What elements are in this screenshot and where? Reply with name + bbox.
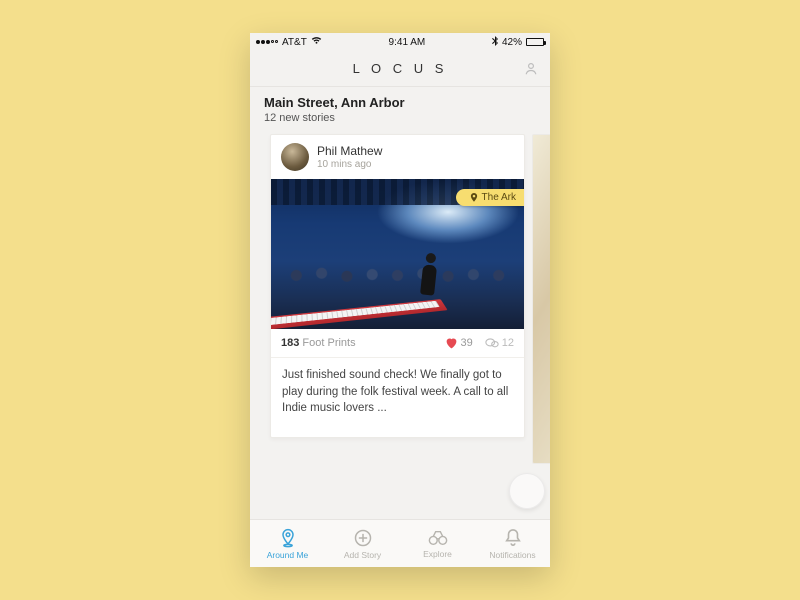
card-stats: 183 Foot Prints 39 12 — [271, 329, 524, 358]
carrier-label: AT&T — [282, 37, 307, 48]
tab-label: Add Story — [344, 550, 381, 560]
venue-name: The Ark — [482, 192, 516, 203]
pin-icon — [470, 193, 478, 203]
author-avatar[interactable] — [281, 143, 309, 171]
author-name: Phil Mathew — [317, 144, 382, 158]
location-subtitle: 12 new stories — [264, 112, 536, 124]
venue-tag[interactable]: The Ark — [456, 189, 524, 206]
battery-icon — [526, 38, 544, 46]
app-title: L O C U S — [353, 61, 448, 76]
comment-button[interactable]: 12 — [485, 337, 514, 349]
app-bar: L O C U S — [250, 51, 550, 87]
heart-icon — [445, 337, 458, 349]
tab-notifications[interactable]: Notifications — [475, 520, 550, 567]
around-me-icon — [278, 528, 298, 548]
add-story-icon — [353, 528, 373, 548]
bluetooth-icon — [492, 36, 498, 49]
battery-percent: 42% — [502, 37, 522, 48]
comment-icon — [485, 337, 499, 349]
tab-label: Explore — [423, 549, 452, 559]
tab-add-story[interactable]: Add Story — [325, 520, 400, 567]
like-count: 39 — [461, 337, 473, 349]
card-header: Phil Mathew 10 mins ago — [271, 135, 524, 179]
footprints: 183 Foot Prints — [281, 337, 356, 349]
status-bar: AT&T 9:41 AM 42% — [250, 33, 550, 51]
location-title: Main Street, Ann Arbor — [264, 95, 536, 110]
story-card[interactable]: Phil Mathew 10 mins ago The Ark 183 Foot… — [270, 134, 525, 438]
app-screen: AT&T 9:41 AM 42% L O C U S Main Street, … — [250, 33, 550, 567]
status-time: 9:41 AM — [389, 37, 426, 48]
story-image[interactable]: The Ark — [271, 179, 524, 329]
post-time: 10 mins ago — [317, 159, 382, 170]
signal-dots-icon — [256, 40, 278, 44]
tab-explore[interactable]: Explore — [400, 520, 475, 567]
profile-icon[interactable] — [522, 60, 540, 83]
like-button[interactable]: 39 — [445, 337, 473, 349]
story-feed[interactable]: Phil Mathew 10 mins ago The Ark 183 Foot… — [250, 134, 550, 512]
story-caption: Just finished sound check! We finally go… — [271, 358, 524, 437]
notifications-icon — [504, 528, 522, 548]
tab-around-me[interactable]: Around Me — [250, 520, 325, 567]
tab-bar: Around Me Add Story Explore Notification… — [250, 519, 550, 567]
location-header: Main Street, Ann Arbor 12 new stories — [250, 87, 550, 134]
wifi-icon — [311, 36, 322, 48]
status-right: 42% — [492, 36, 544, 49]
explore-icon — [427, 529, 449, 547]
status-left: AT&T — [256, 36, 322, 48]
tab-label: Notifications — [489, 550, 535, 560]
comment-count: 12 — [502, 337, 514, 349]
floating-action-button[interactable] — [509, 473, 545, 509]
tab-label: Around Me — [267, 550, 309, 560]
next-story-peek[interactable] — [532, 134, 550, 464]
